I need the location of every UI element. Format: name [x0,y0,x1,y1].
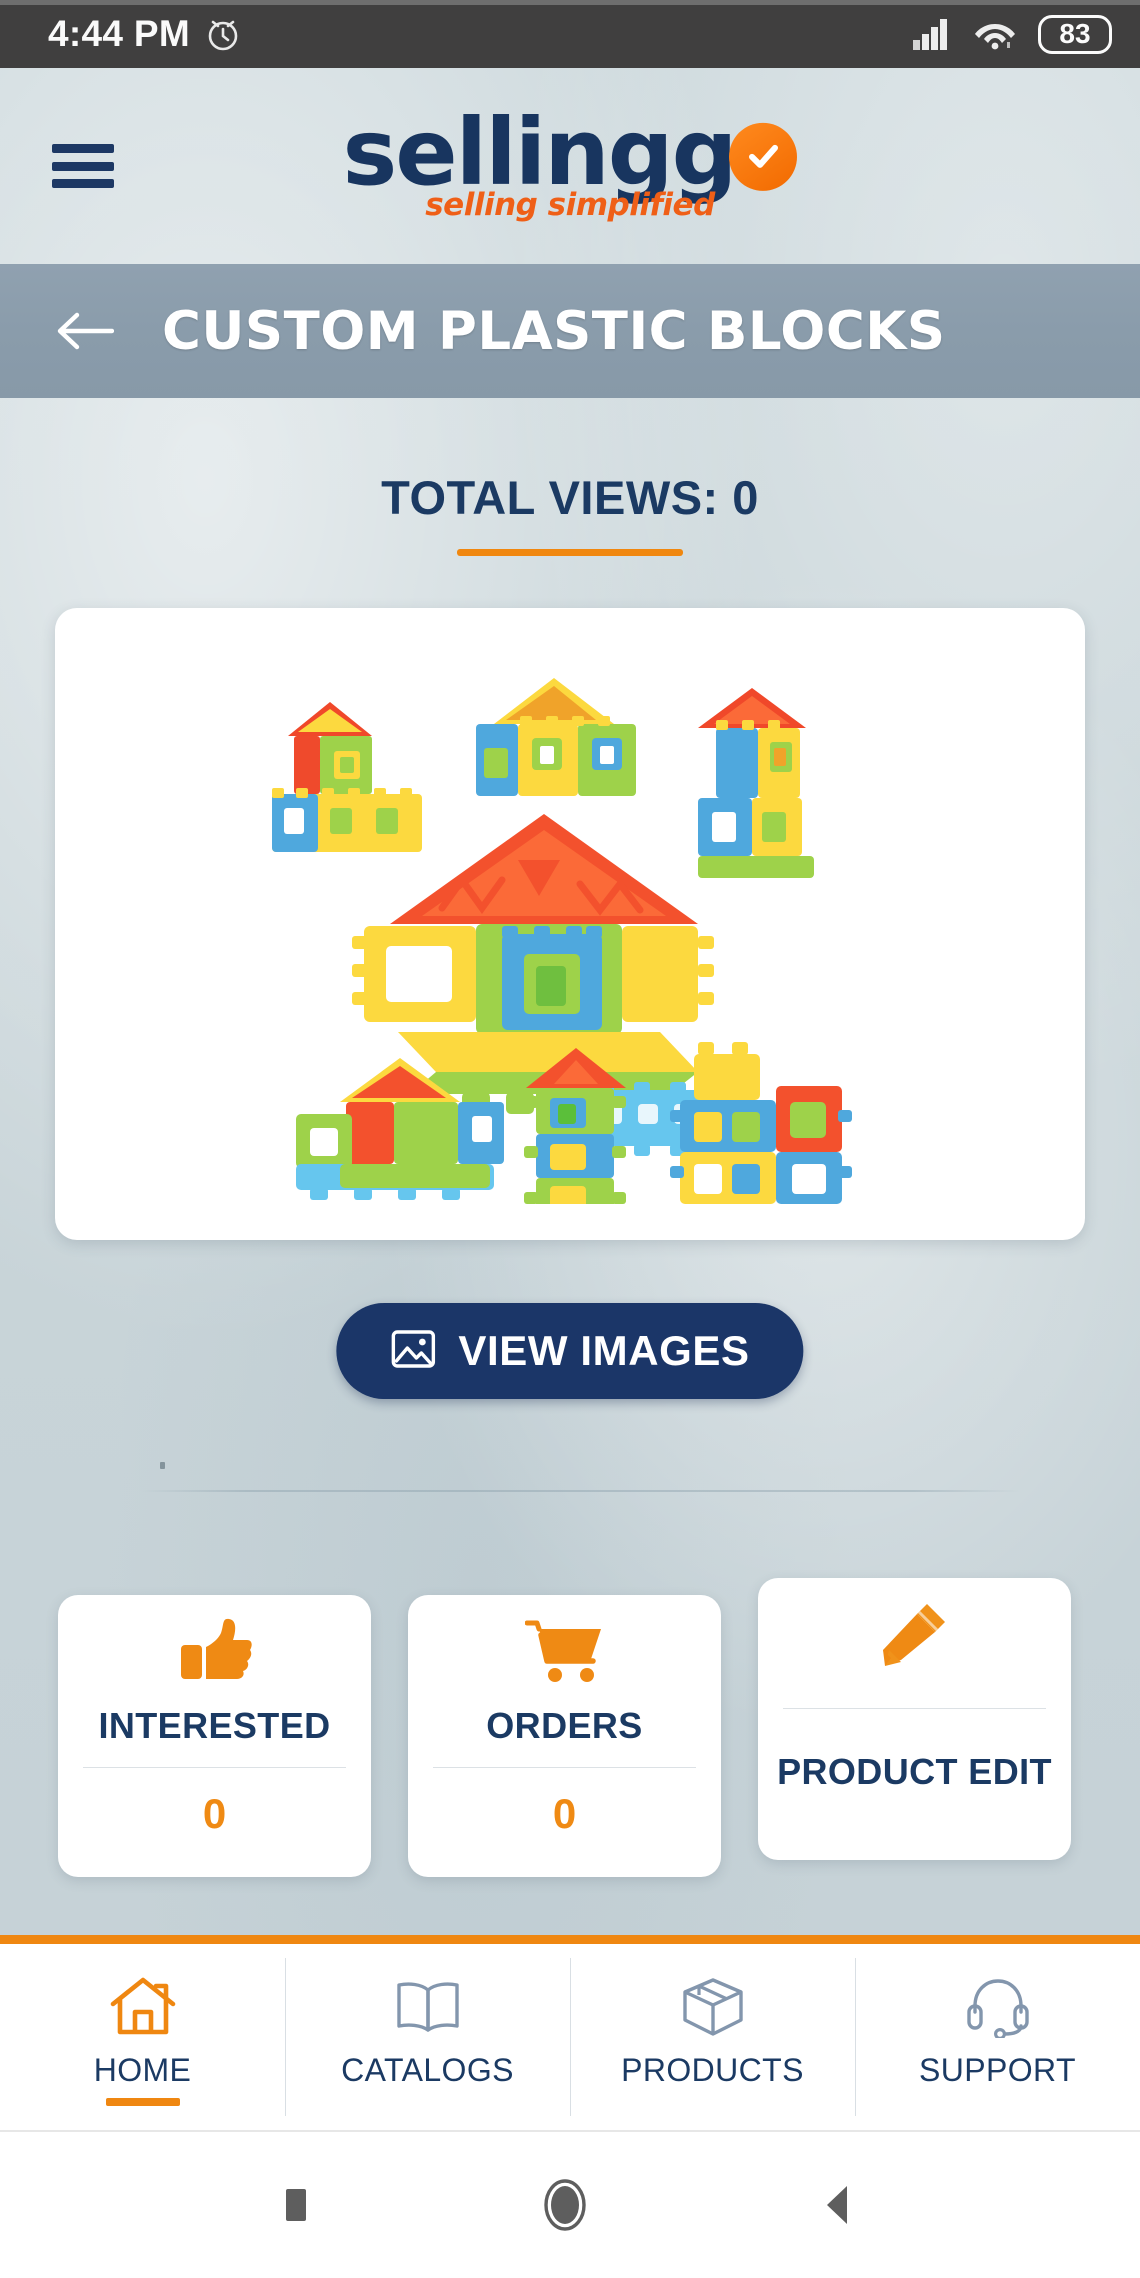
divider-dot [160,1462,165,1469]
section-divider [140,1490,1020,1492]
nav-label: PRODUCTS [621,2052,804,2088]
status-bar: 4:44 PM 83 [0,0,1140,68]
check-badge-icon [729,123,798,191]
thumbs-up-icon [177,1595,253,1687]
nav-label: CATALOGS [341,2052,514,2088]
shopping-cart-icon [524,1595,605,1687]
image-icon [390,1327,436,1376]
hamburger-bar [52,144,114,153]
hamburger-bar [52,179,114,188]
circle-home-icon[interactable] [537,2177,593,2233]
hamburger-menu-icon[interactable] [52,138,122,194]
stat-separator [83,1767,346,1768]
stat-count: 0 [552,1790,577,1837]
stat-label: ORDERS [486,1705,643,1746]
stat-label: PRODUCT EDIT [777,1751,1052,1792]
cellular-signal-icon [912,18,952,50]
stat-count: 0 [202,1790,227,1837]
total-views-underline [457,549,683,556]
stat-card-product-edit[interactable]: PRODUCT EDIT [758,1578,1071,1860]
stat-label: INTERESTED [98,1705,331,1746]
product-image-card[interactable] [55,608,1085,1240]
total-views-block: TOTAL VIEWS: 0 [0,470,1140,556]
status-time: 4:44 PM [48,13,190,54]
logo-wordmark: selling g [342,98,798,206]
android-navigation-bar [0,2130,1140,2278]
nav-item-products[interactable]: PRODUCTS [570,1944,855,2130]
view-images-button[interactable]: VIEW IMAGES [336,1303,804,1399]
status-bar-left: 4:44 PM [48,13,240,55]
nav-label: SUPPORT [919,2052,1076,2088]
status-bar-right: 83 [912,14,1112,54]
stat-cards-row: INTERESTED 0 ORDERS 0 PRODUCT EDIT [0,1555,1140,1895]
book-icon [393,1968,463,2046]
arrow-left-icon[interactable] [56,310,114,352]
bottom-navigation: HOME CATALOGS PRODUCTS SUPPORT [0,1935,1140,2130]
wifi-icon [974,18,1016,50]
alarm-clock-icon [206,16,240,52]
nav-active-underline [105,2098,180,2106]
nav-item-support[interactable]: SUPPORT [855,1944,1140,2130]
nav-item-home[interactable]: HOME [0,1944,285,2130]
battery-indicator: 83 [1038,14,1112,54]
box-icon [680,1968,746,2046]
stat-card-interested[interactable]: INTERESTED 0 [58,1595,371,1877]
headset-icon [965,1968,1031,2046]
logo-text-suffix: g [671,98,738,206]
nav-item-catalogs[interactable]: CATALOGS [285,1944,570,2130]
stat-separator [433,1767,696,1768]
app-header: selling g selling simplified [0,68,1140,264]
view-images-label: VIEW IMAGES [458,1327,750,1374]
logo-tagline: selling simplified [425,187,715,224]
hamburger-bar [52,161,114,171]
brand-logo: selling g selling simplified [0,98,1140,224]
pencil-edit-icon [877,1578,953,1670]
stat-separator [783,1708,1046,1709]
page-header-bar: CUSTOM PLASTIC BLOCKS [0,264,1140,398]
triangle-back-icon[interactable] [817,2180,861,2230]
page-title: CUSTOM PLASTIC BLOCKS [162,300,946,362]
product-image [240,644,900,1204]
square-recents-icon[interactable] [279,2183,313,2227]
logo-text-main: selling [342,98,674,206]
total-views-label: TOTAL VIEWS: 0 [381,471,759,524]
stat-card-orders[interactable]: ORDERS 0 [408,1595,721,1877]
nav-label: HOME [93,2052,192,2088]
home-icon [109,1968,177,2046]
